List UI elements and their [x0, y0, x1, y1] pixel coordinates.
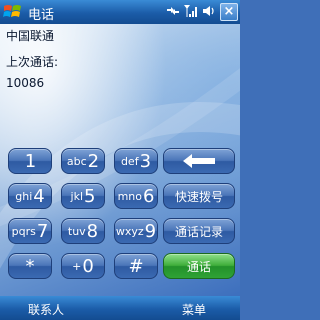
softkey-contacts[interactable]: 联系人 [28, 301, 64, 318]
key-7[interactable]: pqrs 7 [8, 218, 52, 244]
softkey-menu[interactable]: 菜单 [182, 301, 206, 318]
signal-strength-icon[interactable] [184, 4, 198, 21]
close-button[interactable]: × [220, 3, 238, 21]
call-button[interactable]: 通话 [163, 253, 235, 279]
key-letters: wxyz [115, 224, 144, 238]
key-2[interactable]: abc 2 [61, 148, 105, 174]
key-star[interactable]: * [8, 253, 52, 279]
key-digit: 6 [142, 185, 155, 207]
key-9[interactable]: wxyz 9 [114, 218, 158, 244]
key-6[interactable]: mno 6 [114, 183, 158, 209]
key-digit: 8 [86, 220, 99, 242]
speed-dial-button[interactable]: 快速拨号 [163, 183, 235, 209]
key-letters: abc [66, 154, 87, 168]
key-digit: 7 [36, 220, 49, 242]
key-1[interactable]: 1 [8, 148, 52, 174]
last-call-number: 10086 [6, 76, 45, 90]
volume-icon[interactable] [202, 4, 216, 21]
key-3[interactable]: def 3 [114, 148, 158, 174]
key-letters: jkl [70, 189, 84, 203]
softkey-bar: 联系人 菜单 [0, 296, 240, 320]
key-letters: mno [117, 189, 142, 203]
connectivity-icon[interactable] [166, 5, 180, 20]
key-0[interactable]: +0 [61, 253, 105, 279]
backspace-button[interactable] [163, 148, 235, 174]
dialer-screen: 中国联通 上次通话: 10086 1 abc 2 def 3 ghi 4 jkl 5 m… [0, 24, 240, 296]
key-letters: pqrs [11, 224, 36, 238]
key-digit: 5 [84, 185, 96, 207]
key-letters: + [72, 259, 82, 273]
backspace-arrow-icon [183, 154, 215, 168]
key-4[interactable]: ghi 4 [8, 183, 52, 209]
key-digit: * [25, 255, 35, 277]
key-digit: 2 [87, 150, 100, 172]
key-digit: 4 [33, 185, 45, 207]
key-letters: ghi [15, 189, 33, 203]
key-5[interactable]: jkl 5 [61, 183, 105, 209]
title-bar: 电话 × [0, 0, 240, 24]
key-letters: tuv [67, 224, 86, 238]
key-digit: 0 [82, 255, 94, 277]
call-log-button[interactable]: 通话记录 [163, 218, 235, 244]
key-8[interactable]: tuv 8 [61, 218, 105, 244]
window-title: 电话 [28, 8, 55, 23]
last-call-label: 上次通话: [6, 55, 59, 69]
start-menu-icon[interactable] [3, 3, 23, 21]
carrier-name: 中国联通 [6, 29, 55, 43]
key-letters: def [120, 154, 139, 168]
key-pound[interactable]: # [114, 253, 158, 279]
key-digit: # [128, 255, 144, 277]
key-digit: 9 [144, 220, 157, 242]
key-digit: 3 [139, 150, 152, 172]
status-icons[interactable] [166, 3, 216, 21]
key-digit: 1 [24, 150, 37, 172]
